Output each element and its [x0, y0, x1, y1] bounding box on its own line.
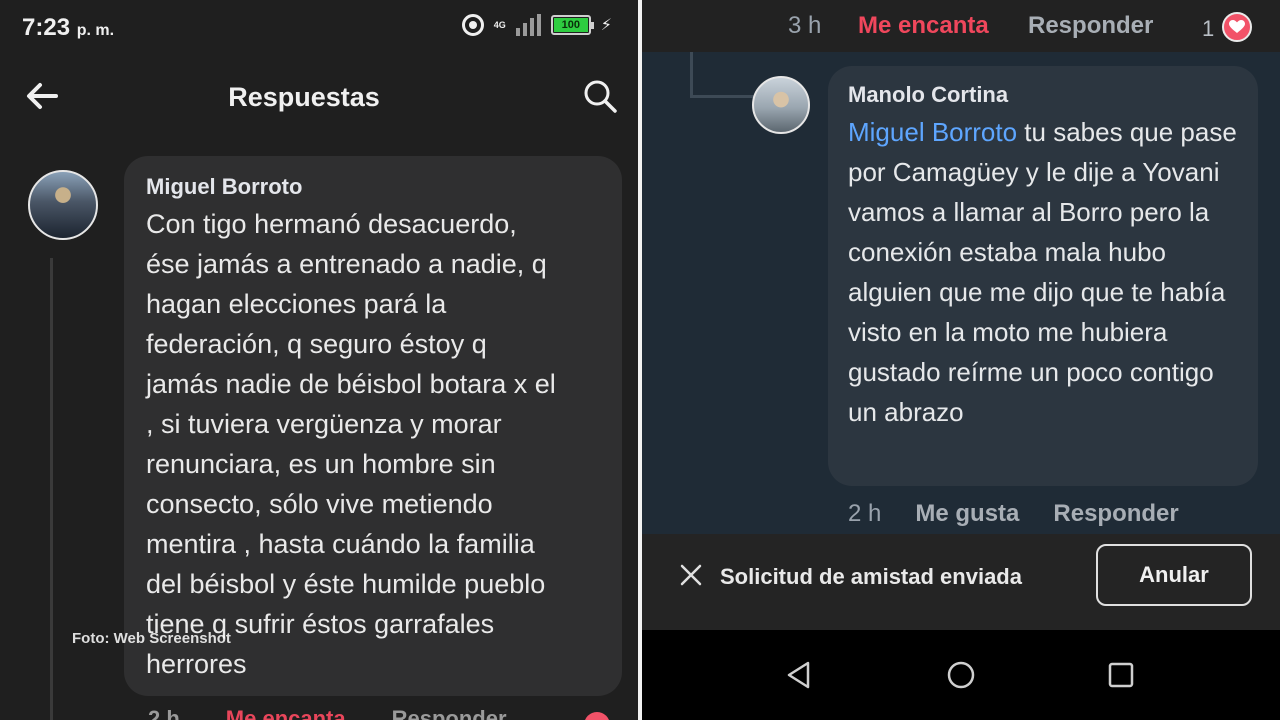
status-bar: 7:23 p. m. 4G 100 ⚡ [0, 0, 638, 56]
love-button[interactable]: Me encanta [226, 706, 346, 720]
reply-connector [690, 52, 756, 98]
header-bar: Respuestas [0, 66, 638, 126]
reply-actions: 2 h Me gusta Responder [848, 500, 1179, 528]
undo-button[interactable]: Anular [1096, 544, 1252, 606]
nav-recents-icon[interactable] [1106, 660, 1136, 690]
status-icons: 4G 100 ⚡ [461, 14, 612, 36]
search-icon[interactable] [582, 78, 618, 114]
heart-icon[interactable] [1222, 12, 1252, 42]
clock: 7:23 [22, 14, 71, 41]
comment-time: 2 h [148, 706, 180, 720]
nav-back-icon[interactable] [784, 660, 814, 690]
signal-icon [515, 14, 541, 36]
photo-credit: Foto: Web Screenshot [72, 630, 231, 647]
heart-glyph [1229, 20, 1245, 33]
parent-comment-actions: 3 h Me encanta Responder 1 [642, 0, 1280, 52]
comment-author[interactable]: Manolo Cortina [848, 82, 1238, 108]
like-button[interactable]: Me gusta [915, 500, 1019, 528]
reaction-count: 1 [1202, 16, 1215, 41]
location-icon [461, 14, 484, 36]
right-screenshot: 3 h Me encanta Responder 1 Manolo Cortin… [642, 0, 1280, 720]
comment-time: 3 h [788, 12, 822, 39]
snackbar: Solicitud de amistad enviada Anular [642, 534, 1280, 630]
avatar[interactable] [752, 76, 810, 134]
network-label: 4G [493, 19, 506, 30]
comment-bubble[interactable]: Miguel Borroto Con tigo hermanó desacuer… [124, 156, 622, 696]
reply-button[interactable]: Responder [1053, 500, 1178, 528]
battery-level: 100 [553, 18, 588, 32]
left-screenshot: 7:23 p. m. 4G 100 ⚡ Respuestas Miguel Bo… [0, 0, 638, 720]
clock-ampm: p. m. [76, 22, 115, 39]
avatar[interactable] [28, 170, 98, 240]
thread-line [50, 258, 53, 720]
page-title: Respuestas [228, 82, 380, 112]
comment-time: 2 h [848, 500, 882, 527]
reply-text: tu sabes que pase por Camagüey y le dije… [848, 117, 1237, 427]
system-nav-bar [642, 630, 1280, 720]
comment-author[interactable]: Miguel Borroto [146, 174, 600, 200]
love-button[interactable]: Me encanta [858, 12, 989, 40]
battery-icon: 100 [550, 15, 594, 35]
snackbar-message: Solicitud de amistad enviada [720, 564, 1022, 589]
mention-link[interactable]: Miguel Borroto [848, 117, 1017, 147]
reply-bubble[interactable]: Manolo Cortina Miguel Borroto tu sabes q… [828, 66, 1258, 486]
heart-icon [584, 712, 610, 720]
charging-icon: ⚡ [600, 17, 612, 34]
reply-button[interactable]: Responder [1028, 12, 1153, 40]
comment-actions: 2 h Me encanta Responder [148, 706, 507, 720]
comment-text: Miguel Borroto tu sabes que pase por Cam… [848, 112, 1238, 432]
close-icon[interactable] [678, 562, 704, 588]
comment-text: Con tigo hermanó desacuerdo, ése jamás a… [146, 209, 556, 679]
nav-home-icon[interactable] [946, 660, 976, 690]
reply-button[interactable]: Responder [392, 706, 507, 720]
status-time: 7:23 p. m. [22, 14, 114, 42]
